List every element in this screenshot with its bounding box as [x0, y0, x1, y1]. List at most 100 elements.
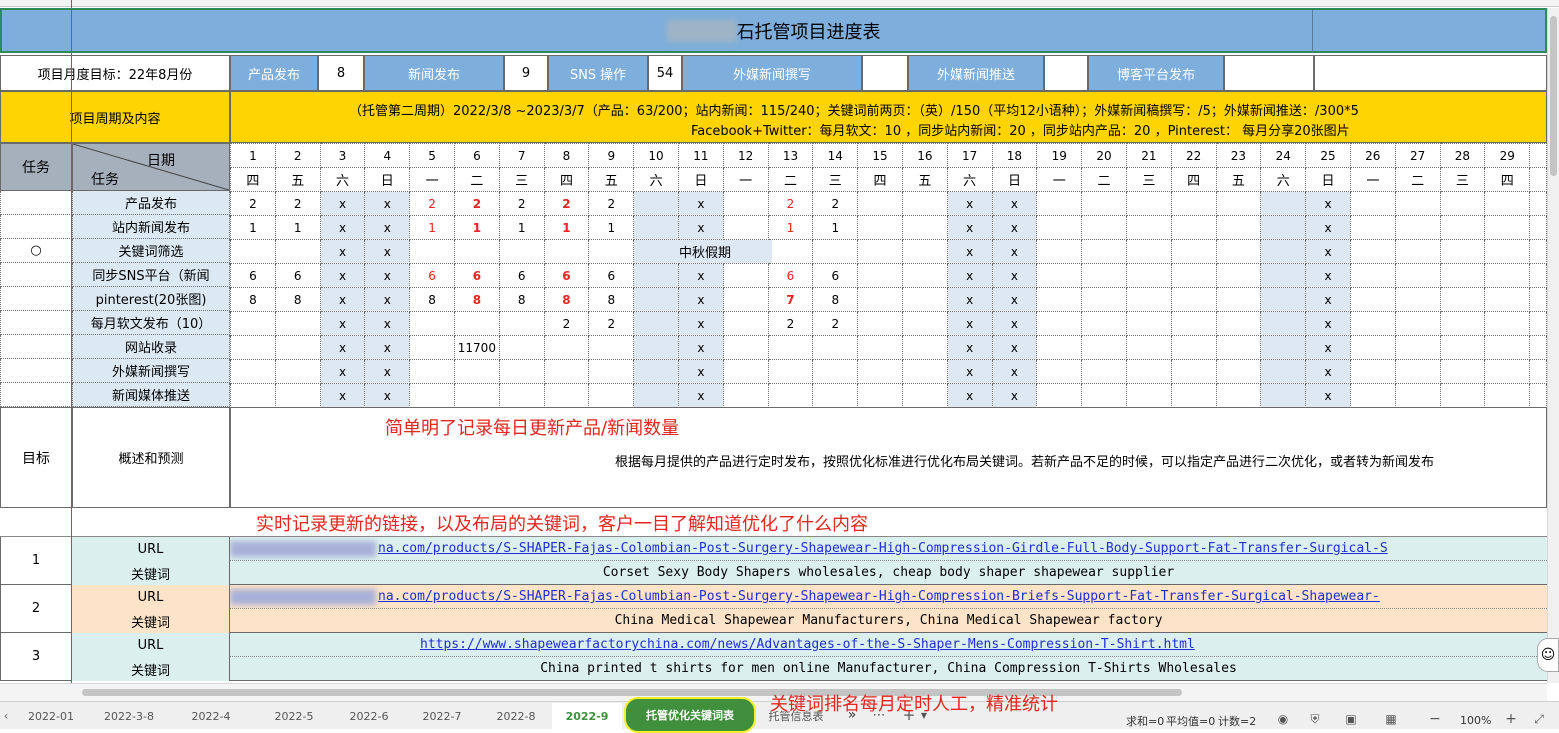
sheet-tab[interactable]: 2022-4 — [168, 703, 254, 729]
schedule-cell[interactable] — [1215, 359, 1262, 384]
schedule-cell[interactable] — [1125, 215, 1172, 240]
weekday[interactable]: 六 — [319, 167, 366, 192]
fullscreen-icon[interactable]: ⤢ — [1530, 710, 1548, 728]
schedule-cell[interactable] — [1349, 215, 1396, 240]
vertical-scroll-thumb[interactable] — [1550, 16, 1557, 176]
schedule-cell[interactable]: 2 — [767, 311, 814, 336]
schedule-cell[interactable]: x — [1305, 311, 1351, 336]
schedule-cell[interactable]: 6 — [409, 263, 455, 288]
schedule-cell[interactable] — [409, 383, 455, 408]
schedule-cell[interactable]: x — [991, 383, 1038, 408]
schedule-cell[interactable] — [1170, 287, 1217, 312]
schedule-cell[interactable]: 11700 — [453, 335, 500, 360]
schedule-cell[interactable] — [453, 239, 500, 264]
schedule-cell[interactable] — [1439, 335, 1486, 360]
task-label[interactable]: 外媒新闻撰写 — [72, 359, 230, 383]
row-mark[interactable] — [0, 263, 72, 287]
schedule-cell[interactable] — [230, 359, 276, 384]
schedule-cell[interactable] — [1036, 335, 1083, 360]
schedule-cell[interactable]: x — [364, 335, 411, 360]
schedule-cell[interactable] — [274, 239, 321, 264]
schedule-cell[interactable] — [1170, 191, 1217, 216]
schedule-cell[interactable] — [1260, 215, 1307, 240]
weekday[interactable]: 三 — [812, 167, 859, 192]
day-number[interactable]: 7 — [498, 143, 545, 168]
schedule-cell[interactable]: 1 — [543, 215, 590, 240]
schedule-cell[interactable] — [767, 383, 814, 408]
schedule-cell[interactable]: 2 — [543, 311, 590, 336]
schedule-cell[interactable]: x — [991, 335, 1038, 360]
schedule-cell[interactable] — [1036, 215, 1083, 240]
schedule-cell[interactable]: x — [991, 263, 1038, 288]
schedule-cell[interactable]: 1 — [588, 215, 635, 240]
schedule-cell[interactable]: 2 — [767, 191, 814, 216]
schedule-cell[interactable] — [722, 335, 769, 360]
schedule-cell[interactable] — [722, 383, 769, 408]
weekday[interactable]: 一 — [722, 167, 769, 192]
schedule-cell[interactable]: x — [319, 215, 366, 240]
schedule-cell[interactable] — [588, 239, 635, 264]
schedule-cell[interactable]: 6 — [812, 263, 859, 288]
schedule-cell[interactable] — [1215, 383, 1262, 408]
schedule-cell[interactable] — [1081, 191, 1127, 216]
scroll-left-icon[interactable]: ‹ — [0, 705, 12, 727]
schedule-cell[interactable] — [1081, 215, 1127, 240]
schedule-cell[interactable] — [901, 263, 948, 288]
schedule-cell[interactable] — [1394, 311, 1441, 336]
schedule-cell[interactable]: 8 — [543, 287, 590, 312]
weekday[interactable]: 日 — [991, 167, 1038, 192]
row-mark[interactable] — [0, 383, 72, 407]
schedule-cell[interactable]: x — [319, 335, 366, 360]
weekday[interactable]: 五 — [588, 167, 635, 192]
schedule-cell[interactable] — [274, 335, 321, 360]
weekday[interactable]: 四 — [1484, 167, 1531, 192]
schedule-cell[interactable] — [1349, 287, 1396, 312]
schedule-cell[interactable] — [633, 287, 679, 312]
schedule-cell[interactable] — [901, 311, 948, 336]
day-number[interactable]: 2 — [274, 143, 321, 168]
schedule-cell[interactable] — [1170, 335, 1217, 360]
schedule-cell[interactable]: x — [364, 359, 411, 384]
schedule-cell[interactable] — [453, 311, 500, 336]
url-text[interactable]: na.com/products/S-SHAPER-Fajas-Columbian… — [378, 589, 1380, 604]
schedule-cell[interactable]: x — [946, 335, 993, 360]
day-number[interactable]: 10 — [633, 143, 679, 168]
schedule-cell[interactable] — [633, 335, 679, 360]
schedule-cell[interactable] — [722, 311, 769, 336]
weekday[interactable]: 二 — [1081, 167, 1127, 192]
schedule-cell[interactable] — [409, 359, 455, 384]
schedule-cell[interactable] — [1349, 191, 1396, 216]
task-label[interactable]: 网站收录 — [72, 335, 230, 359]
schedule-cell[interactable]: x — [1305, 383, 1351, 408]
day-number[interactable]: 19 — [1036, 143, 1083, 168]
schedule-cell[interactable] — [1260, 359, 1307, 384]
weekday[interactable]: 四 — [1170, 167, 1217, 192]
schedule-cell[interactable] — [1260, 239, 1307, 264]
sheet-tab[interactable]: 2022-8 — [480, 703, 552, 729]
schedule-cell[interactable] — [722, 215, 769, 240]
schedule-cell[interactable] — [1394, 215, 1441, 240]
schedule-cell[interactable]: x — [319, 239, 366, 264]
schedule-cell[interactable] — [1439, 287, 1486, 312]
schedule-cell[interactable]: x — [1305, 239, 1351, 264]
weekday[interactable]: 四 — [543, 167, 590, 192]
schedule-cell[interactable]: 2 — [498, 191, 545, 216]
zoom-in-icon[interactable]: + — [1502, 710, 1520, 728]
schedule-cell[interactable]: 2 — [230, 191, 276, 216]
schedule-cell[interactable] — [1125, 239, 1172, 264]
schedule-cell[interactable] — [1349, 383, 1396, 408]
schedule-cell[interactable] — [1260, 335, 1307, 360]
weekday[interactable]: 六 — [946, 167, 993, 192]
schedule-cell[interactable] — [857, 383, 903, 408]
weekday[interactable]: 一 — [1036, 167, 1083, 192]
day-number[interactable]: 8 — [543, 143, 590, 168]
weekday[interactable]: 五 — [1215, 167, 1262, 192]
schedule-cell[interactable]: 6 — [767, 263, 814, 288]
weekday[interactable]: 三 — [498, 167, 545, 192]
schedule-cell[interactable] — [1081, 287, 1127, 312]
schedule-cell[interactable] — [1484, 191, 1531, 216]
schedule-cell[interactable] — [1170, 215, 1217, 240]
schedule-cell[interactable]: x — [1305, 215, 1351, 240]
schedule-cell[interactable] — [1439, 359, 1486, 384]
schedule-cell[interactable]: 6 — [453, 263, 500, 288]
